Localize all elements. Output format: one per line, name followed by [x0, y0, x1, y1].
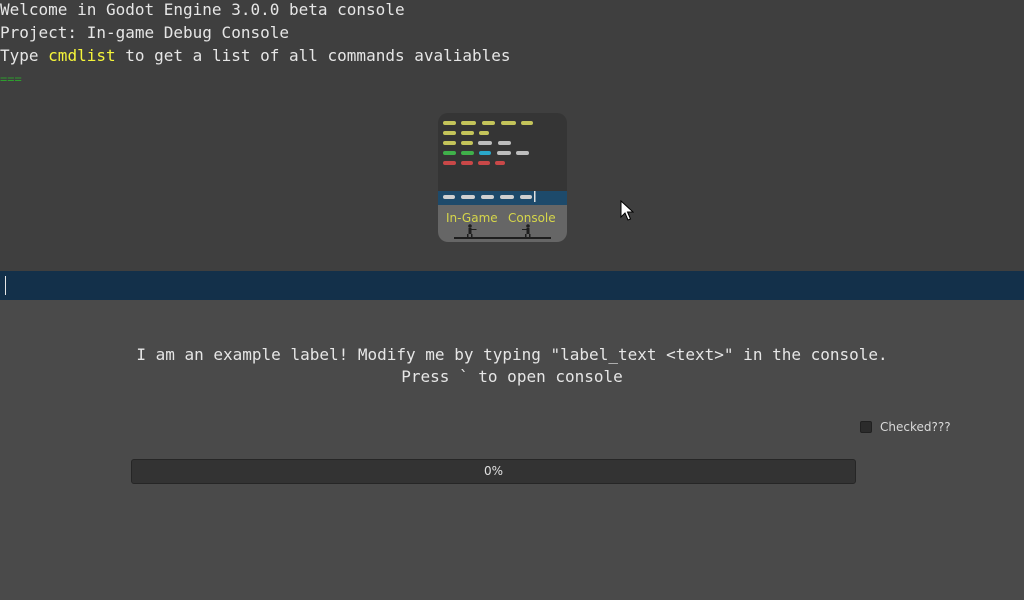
progress-bar: 0% — [131, 459, 856, 484]
progress-text: 0% — [483, 464, 504, 478]
console-panel: Welcome in Godot Engine 3.0.0 beta conso… — [0, 0, 1024, 271]
open-console-hint: Press ` to open console — [401, 367, 623, 386]
help-text-suffix: to get a list of all commands avaliables — [115, 46, 511, 65]
cmdlist-command: cmdlist — [48, 46, 116, 65]
checkbox-label[interactable]: Checked??? — [880, 419, 951, 435]
mouse-pointer-icon — [620, 200, 634, 221]
checked-checkbox[interactable] — [860, 421, 872, 433]
text-caret — [5, 276, 6, 295]
example-label: I am an example label! Modify me by typi… — [136, 345, 888, 364]
console-help-line: Type cmdlist to get a list of all comman… — [0, 46, 511, 66]
help-text-prefix: Type — [0, 46, 49, 65]
console-welcome-line: Welcome in Godot Engine 3.0.0 beta conso… — [0, 0, 405, 19]
logo-text-left: In-Game — [446, 211, 498, 225]
console-input[interactable] — [0, 271, 1024, 300]
console-project-line: Project: In-game Debug Console — [0, 23, 289, 42]
logo-text-right: Console — [508, 211, 556, 225]
console-separator: === — [0, 72, 22, 86]
in-game-console-logo: In-Game Console — [438, 113, 567, 242]
